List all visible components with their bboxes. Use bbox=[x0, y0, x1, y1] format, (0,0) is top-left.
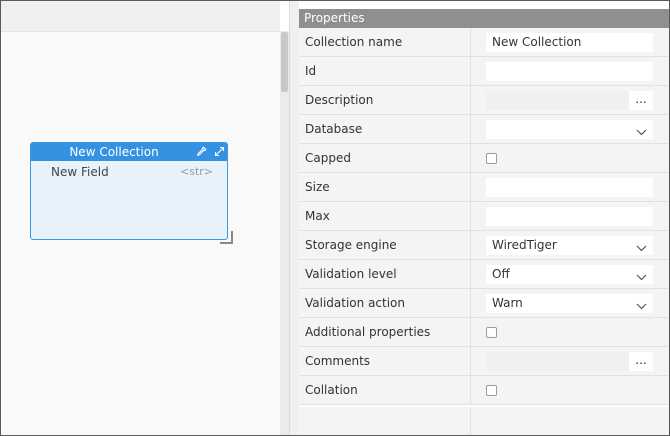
expand-icon[interactable] bbox=[213, 145, 226, 158]
app-window: New Collection New Field <str> Propertie… bbox=[0, 0, 670, 436]
column-divider bbox=[470, 173, 471, 202]
column-divider bbox=[470, 376, 471, 405]
column-divider bbox=[470, 86, 471, 115]
id-input[interactable] bbox=[486, 62, 653, 81]
column-divider bbox=[470, 57, 471, 86]
select-value: WiredTiger bbox=[492, 238, 557, 252]
prop-row-storage-engine: Storage engine WiredTiger bbox=[299, 231, 669, 260]
canvas-scrollbar-thumb[interactable] bbox=[281, 32, 288, 92]
validation-action-select[interactable]: Warn bbox=[486, 294, 653, 313]
storage-engine-select[interactable]: WiredTiger bbox=[486, 236, 653, 255]
canvas-toolbar bbox=[1, 1, 280, 32]
entity-resize-handle[interactable] bbox=[220, 231, 233, 244]
prop-row-max: Max bbox=[299, 202, 669, 231]
prop-label: Collection name bbox=[305, 35, 403, 49]
description-expand-button[interactable]: ... bbox=[629, 91, 653, 110]
prop-row-size: Size bbox=[299, 173, 669, 202]
chevron-down-icon bbox=[636, 270, 647, 284]
chevron-down-icon bbox=[636, 299, 647, 313]
eyedropper-icon[interactable] bbox=[195, 145, 208, 158]
column-divider bbox=[470, 347, 471, 376]
validation-level-select[interactable]: Off bbox=[486, 265, 653, 284]
select-value: Off bbox=[492, 267, 510, 281]
prop-label: Id bbox=[305, 64, 317, 78]
entity-header[interactable]: New Collection bbox=[31, 143, 227, 161]
prop-row-capped: Capped bbox=[299, 144, 669, 173]
prop-label: Database bbox=[305, 122, 363, 136]
prop-row-database: Database bbox=[299, 115, 669, 144]
prop-label: Max bbox=[305, 209, 330, 223]
column-divider bbox=[470, 260, 471, 289]
size-input[interactable] bbox=[486, 178, 653, 197]
prop-label: Comments bbox=[305, 354, 371, 368]
select-value: Warn bbox=[492, 296, 523, 310]
field-type: <str> bbox=[180, 165, 213, 178]
prop-label: Storage engine bbox=[305, 238, 397, 252]
prop-label: Size bbox=[305, 180, 330, 194]
prop-row-id: Id bbox=[299, 57, 669, 86]
column-divider bbox=[470, 144, 471, 173]
entity-title: New Collection bbox=[69, 145, 159, 159]
column-divider bbox=[470, 28, 471, 57]
comments-expand-button[interactable]: ... bbox=[629, 352, 653, 371]
properties-empty-row bbox=[299, 407, 669, 435]
field-name: New Field bbox=[51, 165, 109, 179]
max-input[interactable] bbox=[486, 207, 653, 226]
panel-splitter[interactable] bbox=[289, 1, 299, 435]
prop-row-additional-properties: Additional properties bbox=[299, 318, 669, 347]
database-select[interactable] bbox=[486, 120, 653, 139]
column-divider bbox=[470, 231, 471, 260]
diagram-canvas: New Collection New Field <str> bbox=[1, 1, 280, 435]
collation-checkbox[interactable] bbox=[486, 385, 497, 396]
prop-row-comments: Comments ... bbox=[299, 347, 669, 376]
collection-name-input[interactable]: New Collection bbox=[486, 33, 653, 52]
properties-header: Properties bbox=[299, 9, 669, 28]
prop-label: Description bbox=[305, 93, 374, 107]
properties-panel: Properties Collection name New Collectio… bbox=[299, 9, 669, 435]
prop-label: Capped bbox=[305, 151, 351, 165]
prop-row-collection-name: Collection name New Collection bbox=[299, 28, 669, 57]
collection-entity-box[interactable]: New Collection New Field <str> bbox=[30, 142, 228, 240]
column-divider bbox=[470, 318, 471, 347]
column-divider bbox=[470, 202, 471, 231]
description-input[interactable] bbox=[486, 91, 629, 110]
chevron-down-icon bbox=[636, 125, 647, 139]
comments-input[interactable] bbox=[486, 352, 629, 371]
prop-row-description: Description ... bbox=[299, 86, 669, 115]
entity-field-row[interactable]: New Field <str> bbox=[31, 163, 227, 183]
column-divider bbox=[470, 407, 471, 435]
additional-properties-checkbox[interactable] bbox=[486, 327, 497, 338]
column-divider bbox=[470, 289, 471, 318]
prop-row-validation-action: Validation action Warn bbox=[299, 289, 669, 318]
prop-label: Additional properties bbox=[305, 325, 431, 339]
prop-row-collation: Collation bbox=[299, 376, 669, 405]
prop-row-validation-level: Validation level Off bbox=[299, 260, 669, 289]
column-divider bbox=[470, 115, 471, 144]
prop-label: Validation level bbox=[305, 267, 397, 281]
chevron-down-icon bbox=[636, 241, 647, 255]
prop-label: Collation bbox=[305, 383, 358, 397]
prop-label: Validation action bbox=[305, 296, 406, 310]
capped-checkbox[interactable] bbox=[486, 153, 497, 164]
